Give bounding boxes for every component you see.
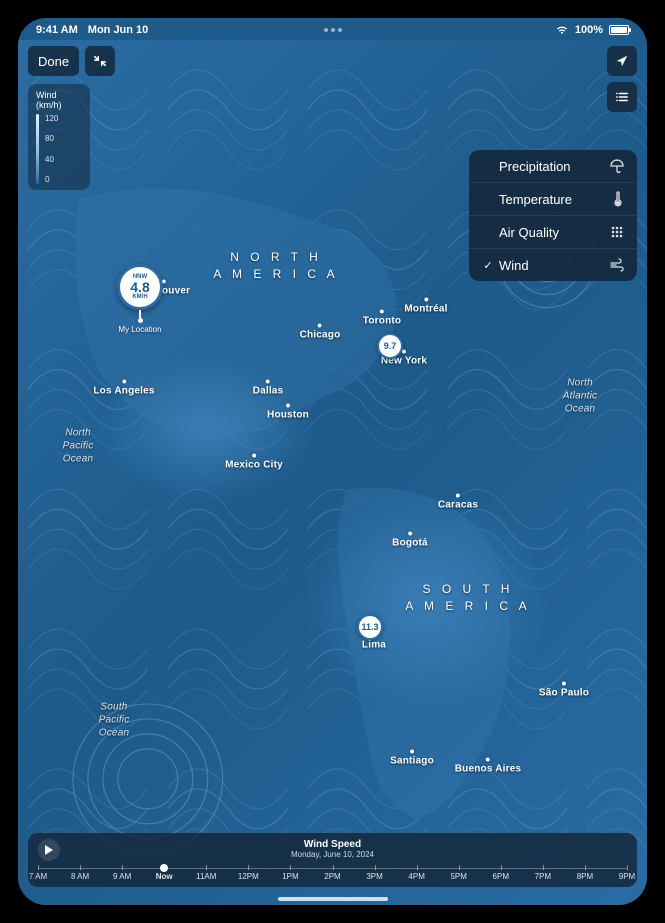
done-button[interactable]: Done <box>28 46 79 76</box>
timeline-label: 1PM <box>282 872 298 881</box>
timeline-label: 12PM <box>238 872 259 881</box>
city-label: Buenos Aires <box>455 758 522 775</box>
my-location-badge[interactable]: NNW4.8KM/H My Location <box>117 264 163 334</box>
city-label: Chicago <box>300 324 341 341</box>
location-arrow-icon <box>615 54 629 68</box>
legend-tick: 40 <box>45 155 58 164</box>
timeline-label: 4PM <box>408 872 424 881</box>
wind-legend: Wind (km/h) 120 80 40 0 <box>28 84 90 190</box>
status-bar: 9:41 AM Mon Jun 10 100% <box>18 18 647 40</box>
layer-label: Air Quality <box>499 225 609 240</box>
timeline-label: 11AM <box>196 872 216 881</box>
battery-percent: 100% <box>575 24 603 36</box>
layer-item-precipitation[interactable]: Precipitation <box>469 150 637 182</box>
dots-icon <box>609 224 625 240</box>
layer-picker: Precipitation Temperature Air Quality ✓ Wind <box>469 150 637 281</box>
ocean-label: SouthPacificOcean <box>99 701 130 740</box>
multitask-dots[interactable] <box>324 28 342 32</box>
ocean-label: NorthPacificOcean <box>63 427 94 466</box>
thermometer-icon <box>609 191 625 207</box>
city-label: Dallas <box>253 380 284 397</box>
layers-list-button[interactable] <box>607 82 637 112</box>
wind-speed: 4.8 <box>130 280 149 294</box>
city-label: Toronto <box>363 310 401 327</box>
timeline-label: 8 AM <box>71 872 89 881</box>
wind-reading: NNW4.8KM/H <box>117 264 163 310</box>
timeline-label: 3PM <box>366 872 382 881</box>
play-button[interactable] <box>38 839 60 861</box>
timeline-label: 9 AM <box>113 872 131 881</box>
checkmark-icon: ✓ <box>481 259 495 272</box>
timeline-subtitle: Monday, June 10, 2024 <box>70 850 595 859</box>
timeline-knob[interactable] <box>160 864 168 872</box>
wind-spot-badge[interactable]: 11.3 <box>357 614 383 640</box>
city-label: São Paulo <box>539 682 589 699</box>
city-label: Santiago <box>390 750 434 767</box>
screen: 9:41 AM Mon Jun 10 100% <box>18 18 647 905</box>
timeline-label: 7 AM <box>29 872 47 881</box>
legend-gradient <box>36 114 39 184</box>
wifi-icon <box>555 25 569 35</box>
arrows-in-icon <box>93 54 107 68</box>
legend-tick: 120 <box>45 114 58 123</box>
region-label: N O R T HA M E R I C A <box>213 249 338 283</box>
layer-item-air-quality[interactable]: Air Quality <box>469 215 637 248</box>
my-location-caption: My Location <box>118 325 161 334</box>
home-indicator[interactable] <box>278 897 388 901</box>
locate-button[interactable] <box>607 46 637 76</box>
layer-item-temperature[interactable]: Temperature <box>469 182 637 215</box>
timeline-label: 2PM <box>324 872 340 881</box>
city-label: Bogotá <box>392 532 428 549</box>
city-label: Montréal <box>404 298 447 315</box>
city-label: Caracas <box>438 494 478 511</box>
play-icon <box>45 845 53 855</box>
timeline-label: Now <box>156 872 173 881</box>
legend-title: Wind (km/h) <box>36 90 82 110</box>
wind-unit: KM/H <box>132 294 147 300</box>
ocean-label: NorthAtlanticOcean <box>563 377 597 416</box>
timeline-label: 9PM <box>619 872 635 881</box>
wind-spot-badge[interactable]: 9.7 <box>377 333 403 359</box>
layer-label: Temperature <box>499 192 609 207</box>
region-label: S O U T HA M E R I C A <box>405 581 530 615</box>
device-frame: 9:41 AM Mon Jun 10 100% <box>0 0 665 923</box>
status-time: 9:41 AM <box>36 24 78 36</box>
timeline-panel: Wind Speed Monday, June 10, 2024 7 AM 8 A… <box>28 833 637 887</box>
collapse-button[interactable] <box>85 46 115 76</box>
timeline-label: 7PM <box>535 872 551 881</box>
timeline-label: 5PM <box>450 872 466 881</box>
layer-label: Wind <box>499 258 609 273</box>
city-label: Mexico City <box>225 454 283 471</box>
wind-icon <box>609 257 625 273</box>
city-label: Houston <box>267 404 309 421</box>
timeline-track[interactable]: 7 AM8 AM9 AMNow11AM12PM1PM2PM3PM4PM5PM6P… <box>38 865 627 883</box>
legend-tick: 0 <box>45 175 58 184</box>
layer-label: Precipitation <box>499 159 609 174</box>
layer-item-wind[interactable]: ✓ Wind <box>469 248 637 281</box>
timeline-title: Wind Speed <box>70 839 595 850</box>
list-icon <box>615 90 629 104</box>
status-date: Mon Jun 10 <box>88 24 149 36</box>
umbrella-icon <box>609 158 625 174</box>
legend-tick: 80 <box>45 134 58 143</box>
battery-icon <box>609 25 629 35</box>
city-label: Los Angeles <box>93 380 154 397</box>
timeline-label: 6PM <box>493 872 509 881</box>
timeline-label: 8PM <box>577 872 593 881</box>
